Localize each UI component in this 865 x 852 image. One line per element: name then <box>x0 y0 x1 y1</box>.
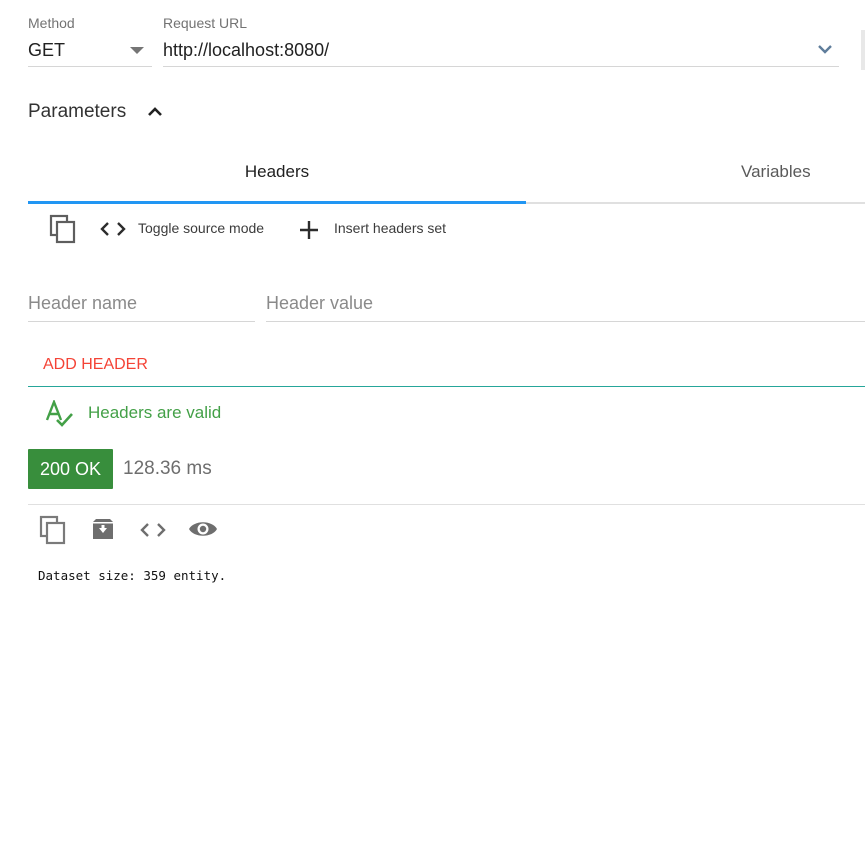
code-icon <box>100 222 126 236</box>
header-name-input[interactable]: Header name <box>28 289 255 322</box>
header-value-placeholder: Header value <box>266 293 374 313</box>
url-label: Request URL <box>163 15 248 31</box>
url-input[interactable]: http://localhost:8080/ <box>163 36 839 67</box>
method-label: Method <box>28 15 75 31</box>
chevron-up-icon[interactable] <box>147 105 163 117</box>
code-view-icon[interactable] <box>139 522 167 538</box>
header-name-placeholder: Header name <box>28 293 138 313</box>
insert-headers-set-button[interactable]: Insert headers set <box>298 216 468 242</box>
spellcheck-icon <box>45 400 73 427</box>
status-text: 200 OK <box>39 459 102 479</box>
insert-headers-set-label: Insert headers set <box>334 220 447 236</box>
headers-valid-label: Headers are valid <box>88 403 222 422</box>
add-header-label: ADD HEADER <box>43 356 148 373</box>
add-header-divider <box>28 386 865 387</box>
tab-variables-label: Variables <box>741 162 811 181</box>
method-value: GET <box>28 40 66 60</box>
archive-icon[interactable] <box>90 517 116 543</box>
response-time: 128.36 ms <box>123 458 212 479</box>
add-header-button[interactable]: ADD HEADER <box>28 346 168 382</box>
copy-icon[interactable] <box>49 214 77 244</box>
dropdown-arrow-icon <box>130 47 144 54</box>
url-value: http://localhost:8080/ <box>163 40 330 60</box>
response-divider <box>28 504 865 505</box>
eye-icon[interactable] <box>188 518 218 540</box>
tab-variables[interactable]: Variables <box>526 150 865 202</box>
response-body: Dataset size: 359 entity. <box>38 568 227 583</box>
status-badge: 200 OK <box>28 449 113 489</box>
plus-icon <box>300 221 318 239</box>
header-value-input[interactable]: Header value <box>266 289 865 322</box>
copy-response-icon[interactable] <box>39 515 67 545</box>
tab-headers-label: Headers <box>244 162 310 181</box>
scroll-edge <box>861 30 865 70</box>
chevron-down-icon[interactable] <box>817 44 833 56</box>
method-select[interactable]: GET <box>28 36 152 67</box>
toggle-source-mode-button[interactable]: Toggle source mode <box>99 216 279 242</box>
tab-headers[interactable]: Headers <box>28 150 526 202</box>
parameters-title: Parameters <box>28 101 127 122</box>
toggle-source-mode-label: Toggle source mode <box>138 220 265 236</box>
active-tab-indicator <box>28 201 526 204</box>
